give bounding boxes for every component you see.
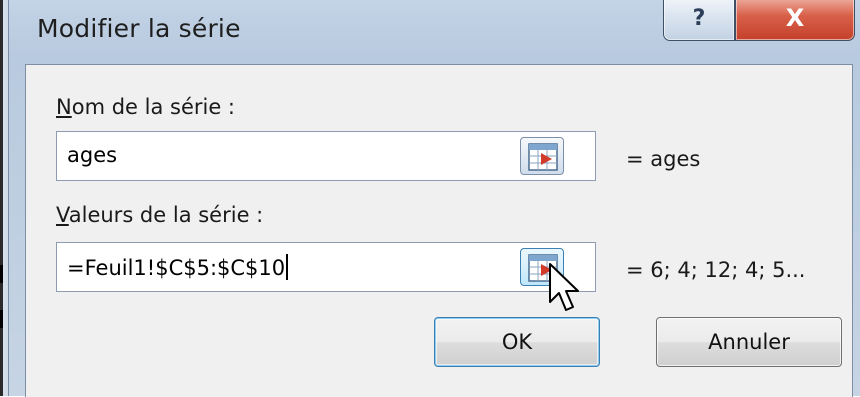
mouse-pointer-icon — [549, 263, 579, 311]
series-values-label: Valeurs de la série : — [56, 203, 263, 227]
ok-button[interactable]: OK — [434, 317, 600, 367]
cancel-button[interactable]: Annuler — [656, 317, 842, 367]
help-icon: ? — [692, 5, 706, 31]
series-name-value: ages — [67, 143, 118, 167]
range-select-icon — [528, 143, 558, 171]
series-values-accelerator: V — [56, 203, 69, 227]
series-values-text: =Feuil1!$C$5:$C$10 — [67, 256, 286, 280]
edit-series-dialog: Modifier la série ? X Nom de la série : … — [8, 0, 860, 397]
series-values-value: =Feuil1!$C$5:$C$10 — [67, 254, 289, 280]
series-values-preview: = 6; 4; 12; 4; 5... — [626, 258, 806, 282]
text-caret — [286, 254, 289, 280]
series-name-accelerator: N — [56, 95, 72, 119]
ok-button-label: OK — [501, 330, 533, 354]
series-name-label: Nom de la série : — [56, 95, 235, 119]
series-values-label-text: aleurs de la série : — [68, 203, 264, 227]
series-name-field[interactable]: ages — [56, 131, 596, 181]
series-name-label-text: om de la série : — [71, 95, 236, 119]
close-button[interactable]: X — [735, 0, 855, 41]
edge-mark — [0, 310, 3, 328]
series-name-preview: = ages — [626, 147, 701, 171]
dialog-body: Nom de la série : ages = ages Valeurs de… — [25, 64, 853, 397]
help-button[interactable]: ? — [663, 0, 735, 41]
series-values-field[interactable]: =Feuil1!$C$5:$C$10 — [56, 242, 596, 292]
cancel-button-label: Annuler — [708, 330, 790, 354]
close-icon: X — [785, 4, 805, 32]
edge-mark — [0, 265, 3, 283]
dialog-title: Modifier la série — [37, 14, 241, 43]
series-name-range-button[interactable] — [520, 137, 564, 175]
